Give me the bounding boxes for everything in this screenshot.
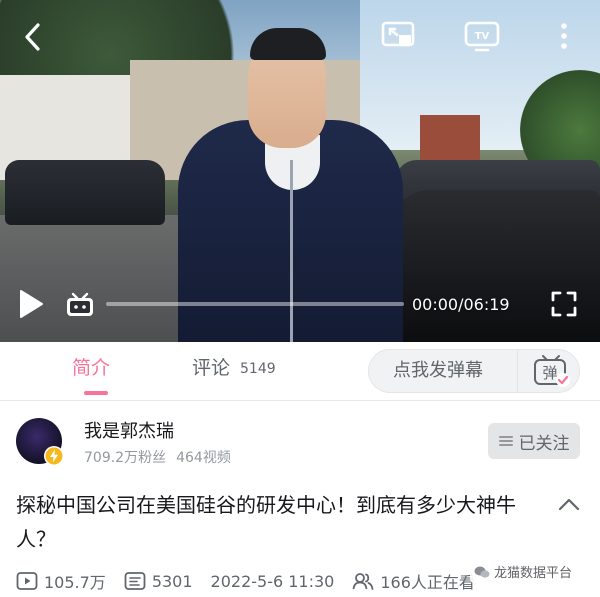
danmaku-count-icon xyxy=(124,572,146,590)
tab-active-indicator xyxy=(84,391,108,395)
tv-cast-icon[interactable]: TV xyxy=(460,18,504,54)
follow-button[interactable]: 已关注 xyxy=(488,423,580,459)
video-frame-cap xyxy=(250,28,326,60)
watermark: 龙猫数据平台 xyxy=(470,560,577,583)
uploader-videos: 464视频 xyxy=(176,450,231,466)
progress-bar[interactable] xyxy=(106,302,404,306)
video-player[interactable]: TV 00:00/06:19 xyxy=(0,0,600,342)
play-icon[interactable] xyxy=(14,286,48,322)
tab-comments[interactable]: 评论 xyxy=(192,354,230,382)
wechat-icon xyxy=(474,566,490,578)
video-frame-brick-building xyxy=(420,115,480,165)
watching-count: 166人正在看 xyxy=(380,573,475,592)
video-frame-suv xyxy=(5,160,165,225)
tab-comments-count: 5149 xyxy=(240,361,276,377)
publish-date-text: 2022-5-6 11:30 xyxy=(210,571,335,591)
danmaku-stat: 5301 xyxy=(124,571,193,591)
uploader-fans: 709.2万粉丝 xyxy=(84,450,167,466)
menu-lines-icon xyxy=(498,436,513,446)
bilibili-tv-icon[interactable] xyxy=(62,290,98,320)
video-frame-zipper xyxy=(290,160,293,342)
time-display: 00:00/06:19 xyxy=(412,295,510,314)
cast-screen-icon[interactable] xyxy=(378,18,418,54)
uploader-name[interactable]: 我是郭杰瑞 xyxy=(84,420,174,444)
watching-stat: 166人正在看 xyxy=(352,569,475,593)
danmaku-count: 5301 xyxy=(151,571,193,591)
danmaku-placeholder: 点我发弹幕 xyxy=(393,360,483,381)
follow-button-label: 已关注 xyxy=(518,433,570,454)
danmaku-input[interactable]: 点我发弹幕 弹 xyxy=(368,349,580,393)
views-stat: 105.7万 xyxy=(16,569,106,593)
video-title: 探秘中国公司在美国硅谷的研发中心！到底有多少大神牛人？ xyxy=(16,493,516,551)
danmaku-icon[interactable]: 弹 xyxy=(529,353,573,389)
watching-people-icon xyxy=(352,573,374,590)
uploader-stats: 709.2万粉丝 464视频 xyxy=(84,448,241,468)
chevron-up-icon[interactable] xyxy=(556,494,582,514)
fullscreen-icon[interactable] xyxy=(546,286,582,322)
verified-lightning-icon xyxy=(44,446,64,466)
more-vertical-icon[interactable] xyxy=(552,18,576,54)
danmaku-button-label: 弹 xyxy=(542,364,557,382)
watermark-text: 龙猫数据平台 xyxy=(494,566,573,581)
back-arrow-icon[interactable] xyxy=(18,20,48,54)
tab-bar: 简介 评论 5149 点我发弹幕 弹 xyxy=(0,342,600,401)
tab-intro[interactable]: 简介 xyxy=(72,354,110,382)
danmaku-divider xyxy=(517,350,518,392)
play-count-icon xyxy=(16,572,38,590)
publish-date: 2022-5-6 11:30 xyxy=(211,572,335,591)
svg-text:TV: TV xyxy=(475,31,490,42)
views-count: 105.7万 xyxy=(44,573,106,592)
